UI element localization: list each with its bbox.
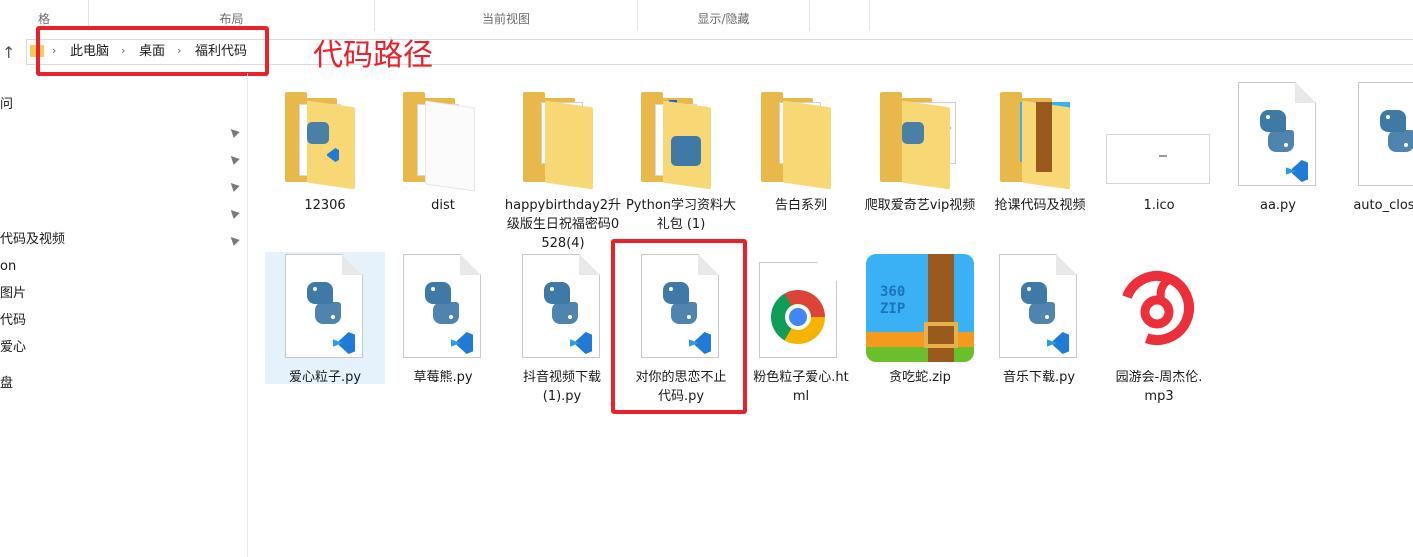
file-name: 12306 [304, 198, 346, 213]
folder-icon [641, 90, 721, 190]
file-tile-folder[interactable]: dist [383, 80, 503, 215]
file-tile-py[interactable]: 抖音视频下载(1).py [502, 252, 622, 406]
folder-icon [285, 90, 365, 190]
folder-icon [523, 90, 603, 190]
file-tile-py[interactable]: 音乐下载.py [979, 252, 1099, 387]
up-arrow-icon[interactable]: ↑ [2, 43, 18, 62]
file-tile-py[interactable]: 爱心粒子.py [265, 252, 385, 385]
nav-item-quick-access[interactable]: 问 [0, 97, 13, 113]
file-name: 1.ico [1143, 198, 1175, 213]
pin-icon: ▲ [225, 231, 241, 248]
python-icon [1256, 110, 1298, 152]
nav-item-pictures[interactable]: 图片 [0, 286, 26, 302]
python-icon [307, 122, 329, 144]
file-name: 抢课代码及视频 [994, 198, 1086, 213]
ribbon-group-show-hide[interactable]: 显示/隐藏 [638, 0, 809, 31]
file-name: 爬取爱奇艺vip视频 [864, 198, 976, 213]
vscode-icon [1047, 332, 1069, 354]
file-name: 园游会-周杰伦.mp3 [1115, 370, 1203, 404]
file-tile-folder[interactable]: happybirthday2升级版生日祝福密码0528(4) [503, 80, 623, 253]
python-icon [303, 282, 345, 324]
ribbon-separator [869, 0, 870, 31]
ribbon-group-current-view[interactable]: 当前视图 [375, 0, 637, 31]
image-thumbnail [1106, 134, 1210, 184]
file-tile-folder[interactable]: 12306 [265, 80, 385, 215]
path-highlight-box [36, 26, 269, 76]
nav-item-code[interactable]: 代码 [0, 313, 26, 329]
python-icon [421, 282, 463, 324]
zip-badge-line2: ZIP [880, 301, 906, 317]
nav-item-on[interactable]: on [0, 259, 16, 275]
file-tile-py[interactable]: auto_close.py [1338, 80, 1413, 215]
file-name: auto_close.py [1353, 198, 1413, 213]
folder-icon [880, 90, 960, 190]
chrome-icon [771, 290, 825, 344]
navigation-pane: 问 ▲ ▲ ▲ ▲ 代码及视频 ▲ on 图片 代码 爱心 盘 [0, 73, 248, 557]
folder-icon [403, 90, 483, 192]
folder-icon [761, 90, 841, 190]
file-name: Python学习资料大礼包 (1) [625, 198, 737, 232]
file-tile-py[interactable]: aa.py [1218, 80, 1338, 215]
file-tile-zip[interactable]: 360 ZIP 贪吃蛇.zip [860, 252, 980, 387]
nav-item-disk[interactable]: 盘 [0, 376, 13, 392]
zip-badge-line1: 360 [880, 284, 906, 300]
file-name: dist [431, 198, 455, 213]
pin-icon: ▲ [225, 123, 241, 140]
archive-icon [1036, 102, 1052, 172]
file-name: 音乐下载.py [1002, 370, 1076, 385]
file-name: 抖音视频下载(1).py [522, 370, 601, 404]
file-tile-folder[interactable]: 告白系列 [741, 80, 861, 215]
vscode-icon [1286, 160, 1308, 182]
folder-icon [1000, 90, 1080, 190]
file-tile-folder[interactable]: 抢课代码及视频 [980, 80, 1100, 215]
nav-item-code-video[interactable]: 代码及视频 [0, 232, 65, 248]
vscode-icon [333, 332, 355, 354]
file-tile-py[interactable]: 草莓熊.py [383, 252, 503, 387]
file-name: 草莓熊.py [413, 370, 473, 385]
file-tile-folder[interactable]: 爬取爱奇艺vip视频 [860, 80, 980, 215]
netease-music-icon [1113, 264, 1201, 352]
file-name: aa.py [1259, 198, 1296, 213]
ribbon-separator [809, 0, 810, 31]
pin-icon: ▲ [225, 204, 241, 221]
file-tile-folder[interactable]: Python学习资料大礼包 (1) [621, 80, 741, 234]
pin-icon: ▲ [225, 177, 241, 194]
path-annotation: 代码路径 [313, 38, 433, 73]
python-icon [1017, 282, 1059, 324]
vscode-icon [570, 332, 592, 354]
python-icon [671, 136, 701, 166]
file-name: 爱心粒子.py [288, 370, 362, 385]
file-highlight-box [611, 239, 747, 414]
file-name: 告白系列 [774, 198, 827, 213]
nav-item-heart[interactable]: 爱心 [0, 340, 26, 356]
file-name: 贪吃蛇.zip [889, 370, 951, 385]
python-icon [902, 122, 924, 144]
archive-icon: 360 ZIP [866, 254, 974, 362]
file-tile-ico[interactable]: 1.ico [1099, 80, 1219, 215]
vscode-icon [451, 332, 473, 354]
file-name: happybirthday2升级版生日祝福密码0528(4) [504, 198, 622, 251]
file-name: 粉色粒子爱心.html [753, 370, 849, 404]
python-icon [540, 282, 582, 324]
pin-icon: ▲ [225, 150, 241, 167]
python-icon [1376, 110, 1413, 152]
file-tile-mp3[interactable]: 园游会-周杰伦.mp3 [1099, 252, 1219, 406]
file-tile-html[interactable]: 粉色粒子爱心.html [741, 252, 861, 406]
